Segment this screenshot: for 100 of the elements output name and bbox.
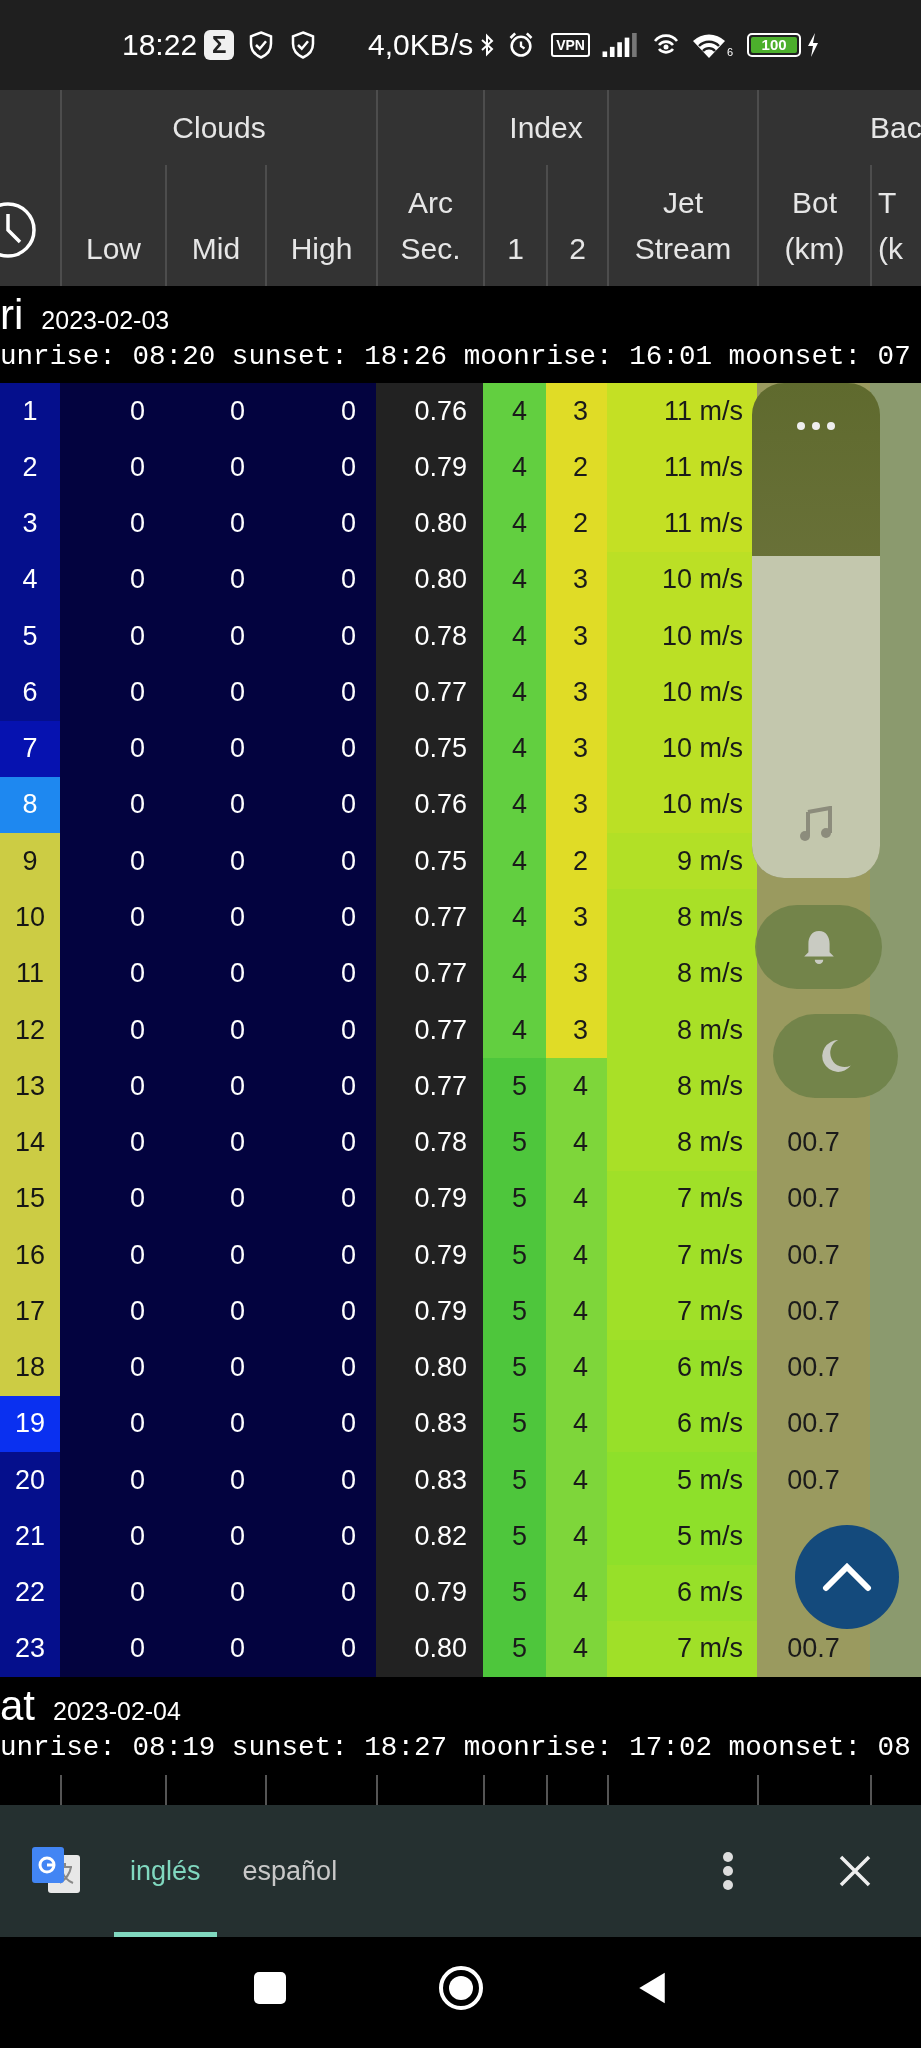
more-options-icon[interactable] xyxy=(722,1851,734,1891)
table-cell: 5 xyxy=(483,1114,546,1171)
table-cell: 7 m/s xyxy=(607,1283,757,1340)
signal-icon xyxy=(601,33,640,57)
table-cell: 0 xyxy=(165,776,265,834)
table-cell: 0.75 xyxy=(376,720,483,777)
hour-cell: 6 xyxy=(0,664,60,721)
table-cell: 4 xyxy=(483,551,546,609)
table-cell: 5 m/s xyxy=(607,1452,757,1509)
table-cell: 0 xyxy=(165,833,265,890)
table-cell: 0.75 xyxy=(376,833,483,890)
table-cell: 0 xyxy=(60,1620,165,1678)
table-cell: 0 xyxy=(165,1227,265,1284)
table-cell: 0 xyxy=(265,1283,376,1340)
table-cell: 0 xyxy=(165,1170,265,1227)
table-cell: 0 xyxy=(60,833,165,890)
table-cell: 0 xyxy=(265,608,376,665)
network-speed: 4,0KB/s xyxy=(368,28,474,62)
table-cell: 3 xyxy=(546,720,607,777)
hour-cell: 2 xyxy=(0,439,60,496)
table-cell: 00.7 xyxy=(757,1452,870,1509)
table-cell: 3 xyxy=(546,383,607,440)
table-cell: 4 xyxy=(546,1508,607,1565)
table-cell: 0 xyxy=(165,551,265,609)
hour-cell: 19 xyxy=(0,1395,60,1453)
table-cell: 4 xyxy=(483,720,546,777)
more-icon[interactable] xyxy=(796,421,836,431)
table-cell: 0 xyxy=(60,439,165,496)
table-cell: 0 xyxy=(60,1452,165,1509)
volume-slider[interactable] xyxy=(752,383,880,878)
table-cell: 5 xyxy=(483,1283,546,1340)
table-cell: 0 xyxy=(265,1395,376,1453)
table-cell: 0.78 xyxy=(376,608,483,665)
hour-cell: 10 xyxy=(0,889,60,946)
table-cell: 0 xyxy=(165,495,265,552)
table-cell: 7 m/s xyxy=(607,1227,757,1284)
table-cell: 5 xyxy=(483,1620,546,1678)
table-cell: 4 xyxy=(546,1395,607,1453)
table-cell: 0 xyxy=(265,945,376,1002)
close-icon[interactable] xyxy=(838,1854,872,1888)
day-name: ri xyxy=(0,290,24,340)
table-cell: 3 xyxy=(546,776,607,834)
language-tab[interactable]: español xyxy=(226,1805,354,1937)
table-cell: 0 xyxy=(60,889,165,946)
table-cell: 9 m/s xyxy=(607,833,757,890)
table-cell: 0 xyxy=(265,1114,376,1171)
table-cell: 5 xyxy=(483,1395,546,1453)
table-cell: 0 xyxy=(165,664,265,721)
table-cell: 0 xyxy=(265,889,376,946)
table-cell: 0 xyxy=(265,1452,376,1509)
table-cell: 0 xyxy=(265,664,376,721)
hour-cell: 14 xyxy=(0,1114,60,1171)
table-cell: 0 xyxy=(60,945,165,1002)
table-cell: 0.79 xyxy=(376,1564,483,1621)
table-cell: 0 xyxy=(60,1508,165,1565)
column-header: Arc Sec. xyxy=(400,185,461,267)
table-cell: 0 xyxy=(165,1001,265,1059)
hour-cell: 7 xyxy=(0,720,60,777)
table-cell: 0 xyxy=(60,664,165,721)
table-cell: 0 xyxy=(60,1001,165,1059)
table-cell: 0 xyxy=(60,495,165,552)
table-cell: 0.80 xyxy=(376,495,483,552)
table-cell: 4 xyxy=(546,1452,607,1509)
table-cell: 7 m/s xyxy=(607,1620,757,1678)
table-cell: 0 xyxy=(60,1170,165,1227)
table-cell: 00.7 xyxy=(757,1227,870,1284)
table-cell: 6 m/s xyxy=(607,1395,757,1453)
table-cell: 0 xyxy=(165,608,265,665)
table-cell: 8 m/s xyxy=(607,1114,757,1171)
recents-icon[interactable] xyxy=(252,1970,287,2005)
table-cell: 0 xyxy=(265,495,376,552)
table-cell: 2 xyxy=(546,833,607,890)
column-header: High xyxy=(290,231,353,267)
table-cell: 0 xyxy=(60,1114,165,1171)
table-cell: 0 xyxy=(165,1452,265,1509)
column-header: Low xyxy=(85,231,141,267)
table-cell: 4 xyxy=(483,945,546,1002)
table-cell: 0 xyxy=(265,383,376,440)
table-cell: 0.79 xyxy=(376,1170,483,1227)
home-icon[interactable] xyxy=(436,1963,485,2012)
table-cell: 0 xyxy=(60,776,165,834)
table-cell: 0.79 xyxy=(376,439,483,496)
table-cell: 0 xyxy=(165,1339,265,1396)
table-cell: 0 xyxy=(165,1395,265,1453)
table-cell: 0 xyxy=(265,720,376,777)
table-cell: 5 xyxy=(483,1170,546,1227)
table-cell: 0 xyxy=(265,1564,376,1621)
table-cell: 3 xyxy=(546,551,607,609)
table-cell: 4 xyxy=(546,1564,607,1621)
hour-cell: 4 xyxy=(0,551,60,609)
table-cell: 4 xyxy=(483,664,546,721)
hour-cell: 23 xyxy=(0,1620,60,1678)
clock-time: 18:22 xyxy=(122,28,198,62)
table-cell: 0 xyxy=(265,1058,376,1115)
table-cell: 0 xyxy=(60,383,165,440)
table-cell: 0.83 xyxy=(376,1395,483,1453)
table-cell: 8 m/s xyxy=(607,1058,757,1115)
day-date: 2023-02-04 xyxy=(53,1697,181,1726)
table-cell: 0 xyxy=(265,1227,376,1284)
table-cell: 0.78 xyxy=(376,1114,483,1171)
